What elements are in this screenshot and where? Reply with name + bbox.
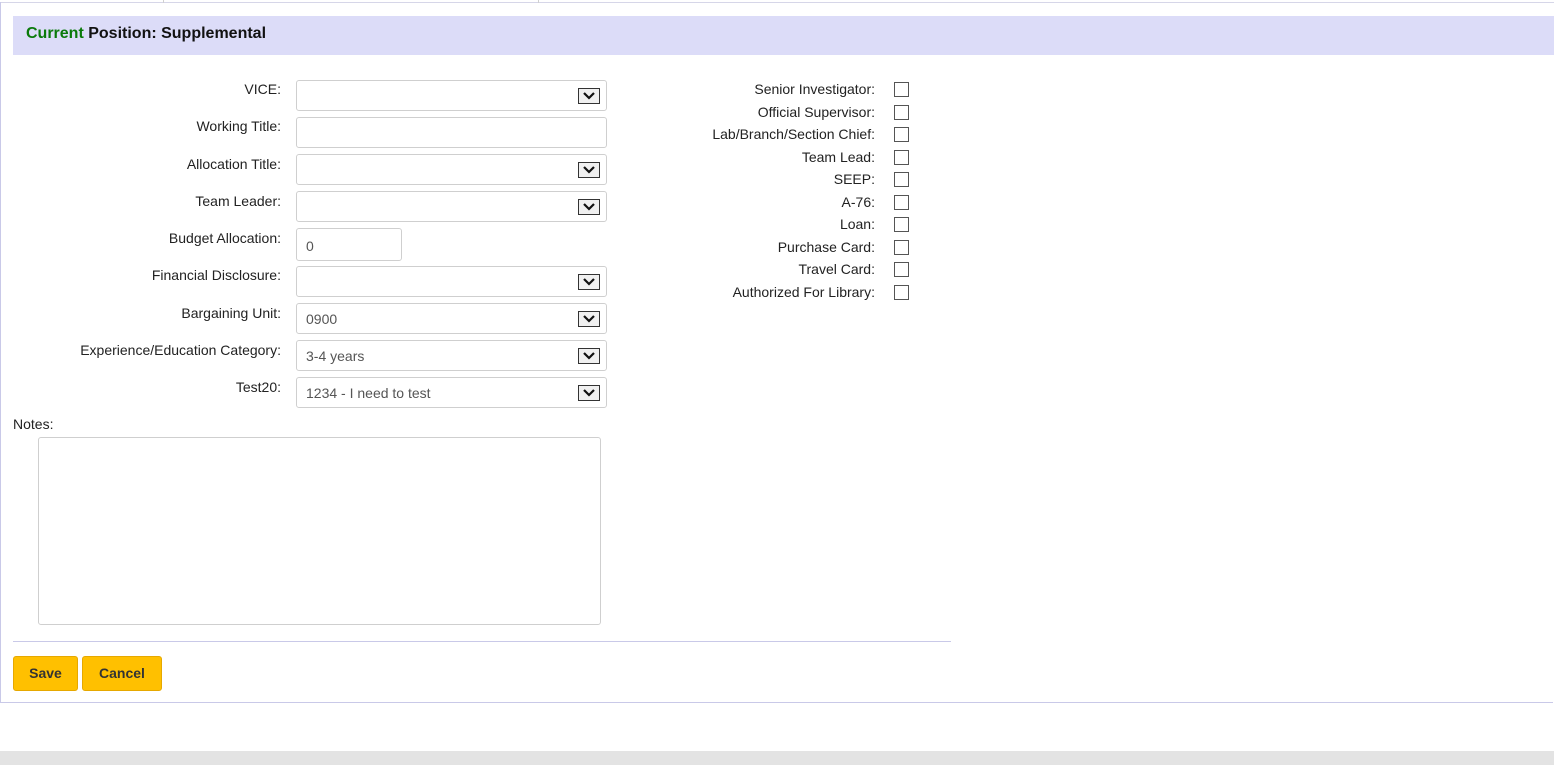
chevron-down-icon[interactable] — [578, 199, 600, 215]
financial-disclosure-label: Financial Disclosure: — [151, 267, 281, 283]
section-header: Current Position: Supplemental — [13, 16, 1554, 55]
section-chief-checkbox[interactable] — [894, 127, 909, 142]
budget-allocation-value: 0 — [306, 238, 314, 254]
seep-checkbox[interactable] — [894, 172, 909, 187]
purchase-card-label: Purchase Card: — [777, 239, 875, 255]
test20-value: 1234 - I need to test — [306, 385, 431, 401]
divider — [13, 641, 951, 642]
vice-select[interactable] — [296, 80, 607, 111]
chevron-down-icon[interactable] — [578, 274, 600, 290]
team-leader-select[interactable] — [296, 191, 607, 222]
senior-investigator-label: Senior Investigator: — [754, 81, 875, 97]
senior-investigator-checkbox[interactable] — [894, 82, 909, 97]
working-title-label: Working Title: — [196, 118, 281, 134]
bottom-scroll-bar — [0, 751, 1554, 765]
cancel-button[interactable]: Cancel — [82, 656, 162, 691]
chevron-down-icon[interactable] — [578, 162, 600, 178]
authorized-library-checkbox[interactable] — [894, 285, 909, 300]
seep-label: SEEP: — [833, 171, 875, 187]
test20-select[interactable]: 1234 - I need to test — [296, 377, 607, 408]
section-chief-label: Lab/Branch/Section Chief: — [712, 126, 875, 142]
allocation-title-label: Allocation Title: — [186, 156, 281, 172]
a76-label: A-76: — [841, 194, 875, 210]
experience-category-value: 3-4 years — [306, 348, 365, 364]
team-lead-checkbox[interactable] — [894, 150, 909, 165]
budget-allocation-input[interactable]: 0 — [296, 228, 402, 261]
working-title-input[interactable] — [296, 117, 607, 148]
purchase-card-checkbox[interactable] — [894, 240, 909, 255]
bargaining-unit-label: Bargaining Unit: — [181, 305, 281, 321]
chevron-down-icon[interactable] — [578, 311, 600, 327]
a76-checkbox[interactable] — [894, 195, 909, 210]
travel-card-checkbox[interactable] — [894, 262, 909, 277]
budget-allocation-label: Budget Allocation: — [168, 230, 281, 246]
financial-disclosure-select[interactable] — [296, 266, 607, 297]
experience-category-select[interactable]: 3-4 years — [296, 340, 607, 371]
chevron-down-icon[interactable] — [578, 348, 600, 364]
chevron-down-icon[interactable] — [578, 385, 600, 401]
bargaining-unit-select[interactable]: 0900 — [296, 303, 607, 334]
notes-textarea[interactable] — [38, 437, 601, 625]
team-lead-label: Team Lead: — [801, 149, 875, 165]
allocation-title-select[interactable] — [296, 154, 607, 185]
notes-label: Notes: — [13, 416, 54, 432]
vice-label: VICE: — [244, 81, 281, 97]
loan-label: Loan: — [839, 216, 875, 232]
authorized-library-label: Authorized For Library: — [732, 284, 875, 300]
page-title: Current Position: Supplemental — [26, 25, 266, 43]
chevron-down-icon[interactable] — [578, 88, 600, 104]
save-button[interactable]: Save — [13, 656, 78, 691]
official-supervisor-checkbox[interactable] — [894, 105, 909, 120]
official-supervisor-label: Official Supervisor: — [757, 104, 875, 120]
loan-checkbox[interactable] — [894, 217, 909, 232]
title-text: Position: Supplemental — [83, 25, 267, 42]
team-leader-label: Team Leader: — [195, 193, 281, 209]
test20-label: Test20: — [235, 379, 281, 395]
experience-category-label: Experience/Education Category: — [80, 342, 281, 358]
travel-card-label: Travel Card: — [798, 261, 875, 277]
bargaining-unit-value: 0900 — [306, 311, 338, 327]
title-accent: Current — [26, 25, 84, 42]
